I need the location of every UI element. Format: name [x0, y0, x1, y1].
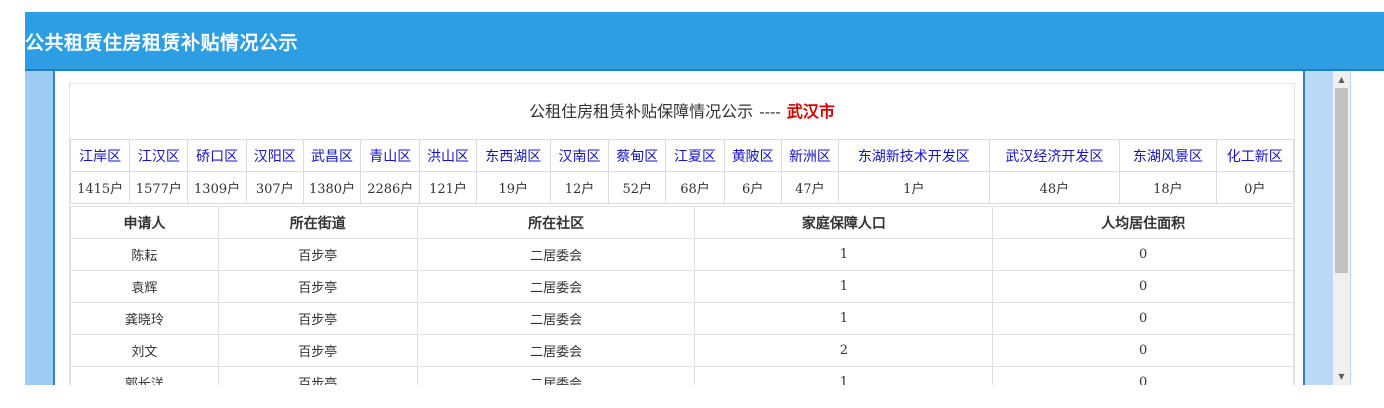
- scroll-up-icon[interactable]: ▲: [1333, 71, 1350, 88]
- district-table: 江岸区 江汉区 硚口区 汉阳区 武昌区 青山区 洪山区 东西湖区 汉南区 蔡甸区 江夏区 黄陂区 新洲区…: [69, 139, 1295, 204]
- district-link[interactable]: 蔡甸区: [608, 139, 667, 172]
- content-panel: 公租住房租赁补贴保障情况公示 ---- 武汉市 江岸区 江汉区 硚口区 汉阳区 武昌区 青山区…: [55, 71, 1303, 385]
- table-header-row: 申请人 所在街道 所在社区 家庭保障人口 人均居住面积: [70, 206, 1294, 239]
- district-link[interactable]: 武昌区: [302, 139, 362, 172]
- district-count: 68户: [665, 171, 725, 204]
- table-cell: 百步亭: [217, 334, 418, 367]
- district-count: 52户: [608, 171, 667, 204]
- notice-heading: 公租住房租赁补贴保障情况公示 ---- 武汉市: [70, 98, 1294, 122]
- district-count: 1415户: [69, 171, 131, 204]
- table-row: 龚晓玲 百步亭 二居委会 1 0: [70, 302, 1294, 335]
- district-count: 48户: [988, 171, 1121, 204]
- district-link[interactable]: 新洲区: [780, 139, 840, 172]
- district-link[interactable]: 汉南区: [549, 139, 610, 172]
- district-link[interactable]: 武汉经济开发区: [988, 139, 1121, 172]
- district-link[interactable]: 江汉区: [129, 139, 189, 172]
- table-cell: 二居委会: [416, 270, 696, 303]
- table-cell: 二居委会: [416, 334, 696, 367]
- district-link[interactable]: 江夏区: [665, 139, 725, 172]
- table-cell: 0: [992, 270, 1294, 303]
- scroll-down-icon[interactable]: ▼: [1333, 368, 1350, 385]
- table-cell: 百步亭: [217, 270, 418, 303]
- page-header: 公共租赁住房租赁补贴情况公示: [25, 12, 1384, 71]
- heading-separator: ----: [759, 102, 781, 121]
- district-count: 1380户: [302, 171, 362, 204]
- district-link[interactable]: 东湖风景区: [1119, 139, 1217, 172]
- district-count: 121户: [419, 171, 477, 204]
- vertical-scrollbar[interactable]: ▲ ▼: [1333, 71, 1350, 385]
- notice-heading-text: 公租住房租赁补贴保障情况公示: [529, 102, 754, 121]
- column-header: 人均居住面积: [992, 206, 1294, 239]
- table-cell: 0: [992, 238, 1294, 271]
- district-count: 1309户: [187, 171, 247, 204]
- district-count: 12户: [549, 171, 610, 204]
- table-cell: 百步亭: [217, 238, 418, 271]
- district-count: 47户: [780, 171, 840, 204]
- district-count: 2286户: [360, 171, 421, 204]
- table-cell: 二居委会: [416, 302, 696, 335]
- district-link[interactable]: 黄陂区: [723, 139, 782, 172]
- table-cell: 0: [992, 366, 1294, 385]
- district-link[interactable]: 东西湖区: [475, 139, 551, 172]
- district-count: 307户: [245, 171, 304, 204]
- table-cell: 百步亭: [217, 366, 418, 385]
- column-header: 所在社区: [416, 206, 696, 239]
- table-cell: 1: [694, 302, 994, 335]
- page-title: 公共租赁住房租赁补贴情况公示: [25, 32, 299, 54]
- subsidy-table: 申请人 所在街道 所在社区 家庭保障人口 人均居住面积 陈耘 百步亭 二居委会 1 0 袁辉 百步亭…: [70, 206, 1294, 385]
- table-cell: 龚晓玲: [70, 302, 219, 335]
- table-cell: 百步亭: [217, 302, 418, 335]
- table-cell: 刘文: [70, 334, 219, 367]
- district-count-row: 1415户 1577户 1309户 307户 1380户 2286户 121户 19户 12户 5…: [69, 171, 1295, 204]
- column-header: 申请人: [70, 206, 219, 239]
- district-link[interactable]: 青山区: [360, 139, 421, 172]
- table-cell: 袁辉: [70, 270, 219, 303]
- column-header: 家庭保障人口: [694, 206, 994, 239]
- table-cell: 二居委会: [416, 238, 696, 271]
- table-row: 刘文 百步亭 二居委会 2 0: [70, 334, 1294, 367]
- scrollbar-thumb[interactable]: [1335, 88, 1348, 273]
- table-cell: 二居委会: [416, 366, 696, 385]
- district-count: 0户: [1215, 171, 1295, 204]
- district-count: 19户: [475, 171, 551, 204]
- table-row: 袁辉 百步亭 二居委会 1 0: [70, 270, 1294, 303]
- column-header: 所在街道: [217, 206, 418, 239]
- district-count: 1户: [838, 171, 990, 204]
- table-cell: 1: [694, 366, 994, 385]
- table-cell: 0: [992, 302, 1294, 335]
- table-cell: 郭长洋: [70, 366, 219, 385]
- table-cell: 1: [694, 270, 994, 303]
- table-cell: 2: [694, 334, 994, 367]
- district-count: 1577户: [129, 171, 189, 204]
- table-cell: 1: [694, 238, 994, 271]
- district-link[interactable]: 东湖新技术开发区: [838, 139, 990, 172]
- district-count: 6户: [723, 171, 782, 204]
- table-row: 陈耘 百步亭 二居委会 1 0: [70, 238, 1294, 271]
- district-count: 18户: [1119, 171, 1217, 204]
- district-link[interactable]: 江岸区: [69, 139, 131, 172]
- notice-panel: 公租住房租赁补贴保障情况公示 ---- 武汉市 江岸区 江汉区 硚口区 汉阳区 武昌区 青山区…: [69, 83, 1295, 385]
- district-name-row: 江岸区 江汉区 硚口区 汉阳区 武昌区 青山区 洪山区 东西湖区 汉南区 蔡甸区 江夏区 黄陂区 新洲区…: [69, 139, 1295, 172]
- table-row: 郭长洋 百步亭 二居委会 1 0: [70, 366, 1294, 385]
- table-cell: 陈耘: [70, 238, 219, 271]
- district-link[interactable]: 化工新区: [1215, 139, 1295, 172]
- district-link[interactable]: 洪山区: [419, 139, 477, 172]
- content-frame: 公租住房租赁补贴保障情况公示 ---- 武汉市 江岸区 江汉区 硚口区 汉阳区 武昌区 青山区…: [25, 71, 1351, 385]
- table-cell: 0: [992, 334, 1294, 367]
- district-link[interactable]: 汉阳区: [245, 139, 304, 172]
- city-name: 武汉市: [786, 102, 835, 121]
- district-link[interactable]: 硚口区: [187, 139, 247, 172]
